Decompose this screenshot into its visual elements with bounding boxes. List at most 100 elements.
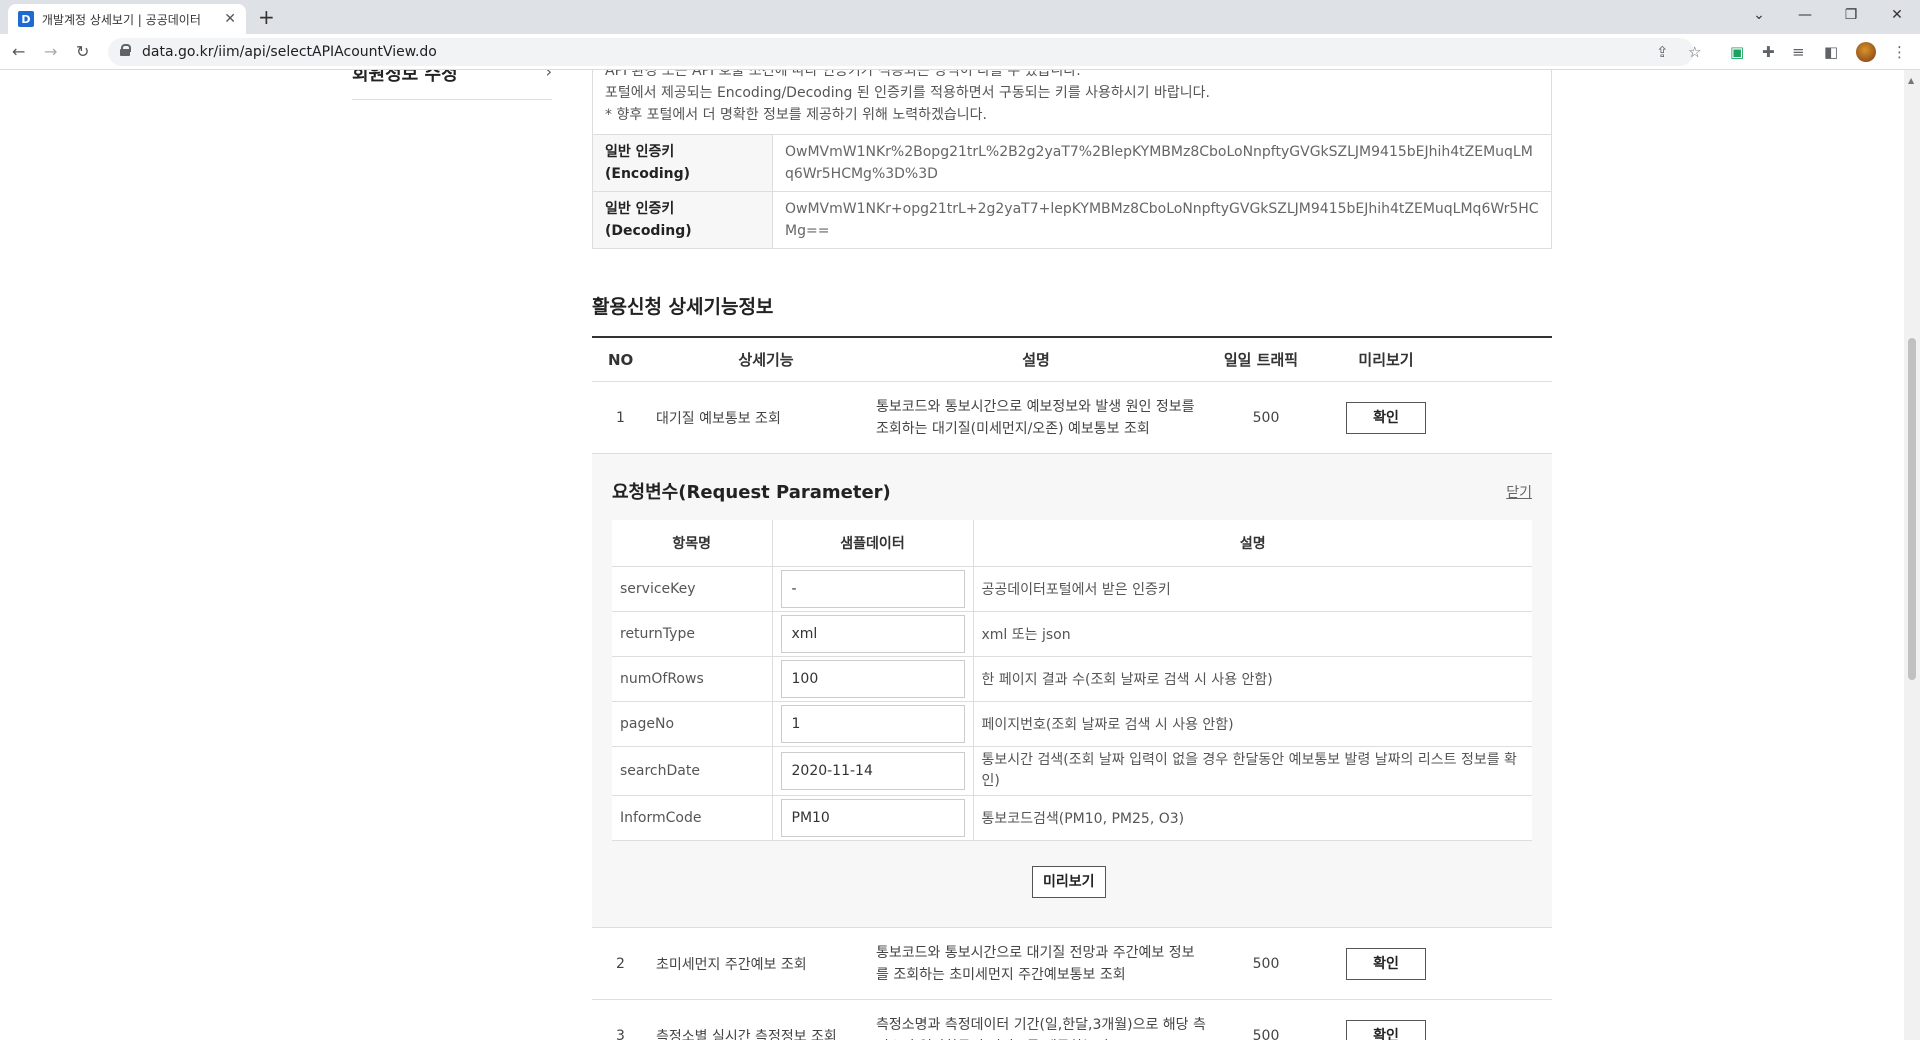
row-function: 대기질 예보통보 조회: [656, 410, 781, 427]
table-row: numOfRows 한 페이지 결과 수(조회 날짜로 검색 시 사용 안함): [612, 656, 1532, 702]
header-sample: 샘플데이터: [772, 520, 974, 567]
chevron-right-icon: ›: [545, 70, 552, 81]
extensions-puzzle-icon[interactable]: ✚: [1762, 43, 1775, 61]
back-icon[interactable]: ←: [12, 42, 25, 61]
param-sample-cell: [772, 795, 974, 841]
param-input-returntype[interactable]: [780, 614, 965, 653]
tab-close-icon[interactable]: ✕: [224, 11, 236, 27]
param-input-servicekey[interactable]: [780, 569, 965, 608]
request-parameter-title: 요청변수(Request Parameter): [612, 482, 891, 503]
param-sample-cell: [772, 611, 974, 657]
preview-button[interactable]: 미리보기: [1032, 866, 1106, 898]
tab-search-icon[interactable]: ⌄: [1736, 0, 1782, 30]
sidebar-item-edit-profile[interactable]: 회원정보 수정 ›: [352, 70, 552, 100]
param-desc: 공공데이터포털에서 받은 인증키: [973, 566, 1532, 612]
decoding-key-value: OwMVmW1NKr+opg21trL+2g2yaT7+lepKYMBMz8Cb…: [772, 191, 1552, 249]
parameter-header-row: 항목명 샘플데이터 설명: [612, 520, 1532, 567]
param-name: InformCode: [612, 795, 773, 841]
table-row: 일반 인증키 (Decoding) OwMVmW1NKr+opg21trL+2g2…: [592, 191, 1552, 249]
page-scrollbar[interactable]: ▲: [1904, 70, 1920, 1040]
header-desc: 설명: [1022, 351, 1050, 369]
browser-tab-bar: D 개발계정 상세보기 | 공공데이터 ✕ + ⌄ — ❐ ✕: [0, 0, 1920, 34]
scroll-up-arrow-icon[interactable]: ▲: [1908, 76, 1914, 85]
media-control-icon[interactable]: ≡: [1792, 43, 1805, 61]
header-preview: 미리보기: [1358, 351, 1414, 369]
scrollbar-thumb[interactable]: [1908, 338, 1916, 680]
forward-icon[interactable]: →: [44, 42, 57, 61]
sidebar-item-label: 회원정보 수정: [352, 70, 458, 85]
function-table-header: NO 상세기능 설명 일일 트래픽 미리보기: [592, 338, 1552, 382]
close-window-icon[interactable]: ✕: [1874, 0, 1920, 30]
profile-avatar[interactable]: [1856, 42, 1876, 62]
row-desc: 측정소명과 측정데이터 기간(일,한달,3개월)으로 해당 측정소의 일반항목 …: [876, 1016, 1206, 1040]
table-row: serviceKey 공공데이터포털에서 받은 인증키: [612, 566, 1532, 612]
table-row: searchDate 통보시간 검색(조회 날짜 입력이 없을 경우 한달동안 …: [612, 746, 1532, 796]
confirm-button[interactable]: 확인: [1346, 401, 1426, 434]
encoding-key-value: OwMVmW1NKr%2Bopg21trL%2B2g2yaT7%2BlepKYM…: [772, 134, 1552, 192]
param-input-informcode[interactable]: [780, 798, 965, 837]
param-name: numOfRows: [612, 656, 773, 702]
auth-key-table: 일반 인증키 (Encoding) OwMVmW1NKr%2Bopg21trL%2…: [592, 134, 1552, 249]
browser-tab[interactable]: D 개발계정 상세보기 | 공공데이터 ✕: [8, 4, 246, 34]
page-content: 회원정보 수정 › API 환경 또는 API 호출 조건에 따라 인증키가 적…: [0, 70, 1904, 1040]
section-title: 활용신청 상세기능정보: [592, 296, 774, 318]
extension-green-icon[interactable]: ▣: [1730, 43, 1744, 61]
confirm-button[interactable]: 확인: [1346, 947, 1426, 980]
share-icon[interactable]: ⇪: [1656, 43, 1669, 61]
param-name: serviceKey: [612, 566, 773, 612]
url-text: data.go.kr/iim/api/selectAPIAcountView.d…: [142, 44, 437, 60]
param-input-numofrows[interactable]: [780, 659, 965, 698]
param-name: returnType: [612, 611, 773, 657]
param-input-pageno[interactable]: [780, 704, 965, 743]
confirm-button[interactable]: 확인: [1346, 1019, 1426, 1040]
tab-title: 개발계정 상세보기 | 공공데이터: [41, 12, 201, 27]
row-function: 초미세먼지 주간예보 조회: [656, 956, 807, 973]
notice-line: API 환경 또는 API 호출 조건에 따라 인증키가 적용되는 방식이 다를…: [605, 70, 1081, 79]
param-name: pageNo: [612, 701, 773, 747]
notice-line: 포털에서 제공되는 Encoding/Decoding 된 인증키를 적용하면서…: [605, 85, 1210, 101]
header-desc: 설명: [973, 520, 1532, 567]
param-sample-cell: [772, 701, 974, 747]
row-traffic: 500: [1252, 955, 1280, 972]
table-row: 2 초미세먼지 주간예보 조회 통보코드와 통보시간으로 대기질 전망과 주간예…: [592, 928, 1552, 1000]
param-desc: 한 페이지 결과 수(조회 날짜로 검색 시 사용 안함): [973, 656, 1532, 702]
row-no: 2: [616, 955, 625, 972]
restore-icon[interactable]: ❐: [1828, 0, 1874, 30]
param-sample-cell: [772, 656, 974, 702]
parameter-table: 항목명 샘플데이터 설명 serviceKey 공공데이터포털에서 받은 인증키…: [612, 520, 1532, 841]
row-desc: 통보코드와 통보시간으로 예보정보와 발생 원인 정보를 조회하는 대기질(미세…: [876, 398, 1195, 437]
table-row: InformCode 통보코드검색(PM10, PM25, O3): [612, 795, 1532, 841]
new-tab-icon[interactable]: +: [258, 5, 275, 29]
param-input-searchdate[interactable]: [780, 751, 965, 790]
param-sample-cell: [772, 566, 974, 612]
param-name: searchDate: [612, 746, 773, 796]
lock-icon: [120, 44, 131, 56]
header-traffic: 일일 트래픽: [1223, 351, 1299, 369]
site-favicon-icon: D: [18, 11, 34, 27]
param-desc: 통보시간 검색(조회 날짜 입력이 없을 경우 한달동안 예보통보 발령 날짜의…: [973, 746, 1532, 796]
reload-icon[interactable]: ↻: [76, 42, 89, 61]
browser-toolbar: ← → ↻ data.go.kr/iim/api/selectAPIAcount…: [0, 34, 1920, 70]
close-link[interactable]: 닫기: [1506, 482, 1532, 502]
menu-kebab-icon[interactable]: ⋮: [1892, 43, 1907, 61]
minimize-icon[interactable]: —: [1782, 0, 1828, 30]
row-desc: 통보코드와 통보시간으로 대기질 전망과 주간예보 정보를 조회하는 초미세먼지…: [876, 944, 1195, 983]
row-no: 1: [616, 409, 625, 426]
bookmark-star-icon[interactable]: ☆: [1688, 43, 1701, 61]
notice-line: * 향후 포털에서 더 명확한 정보를 제공하기 위해 노력하겠습니다.: [605, 107, 987, 123]
address-bar[interactable]: data.go.kr/iim/api/selectAPIAcountView.d…: [108, 38, 1694, 66]
table-row: 3 측정소별 실시간 측정정보 조회 측정소명과 측정데이터 기간(일,한달,3…: [592, 1000, 1552, 1040]
row-preview: 확인: [1326, 401, 1446, 434]
key-label: 일반 인증키 (Encoding): [592, 134, 773, 192]
row-no: 3: [616, 1027, 625, 1040]
row-traffic: 500: [1252, 1027, 1280, 1040]
side-panel-icon[interactable]: ◧: [1824, 43, 1838, 61]
param-sample-cell: [772, 746, 974, 796]
param-desc: 페이지번호(조회 날짜로 검색 시 사용 안함): [973, 701, 1532, 747]
param-desc: xml 또는 json: [973, 611, 1532, 657]
header-function: 상세기능: [738, 351, 794, 369]
row-traffic: 500: [1252, 409, 1280, 426]
param-desc: 통보코드검색(PM10, PM25, O3): [973, 795, 1532, 841]
header-no: NO: [608, 350, 634, 369]
table-row: 1 대기질 예보통보 조회 통보코드와 통보시간으로 예보정보와 발생 원인 정…: [592, 382, 1552, 454]
